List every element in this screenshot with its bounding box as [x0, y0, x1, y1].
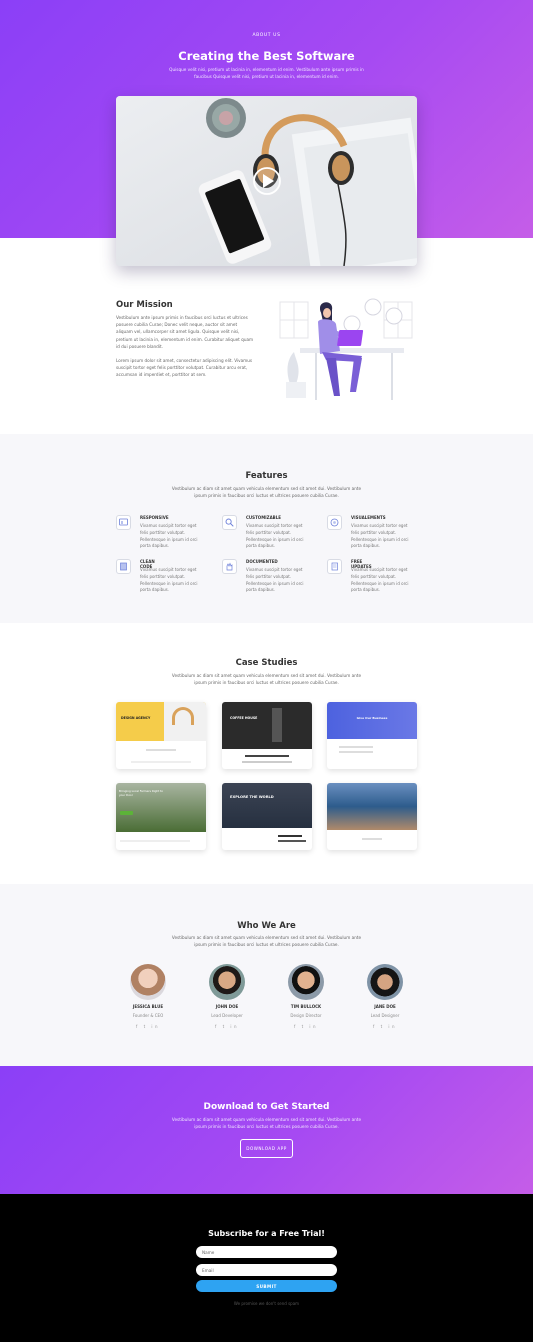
name-field[interactable]: Name: [196, 1246, 337, 1258]
card-headline: Give Our Business: [356, 716, 388, 720]
card-image: [327, 783, 417, 830]
feature-item: VISUALEMENTS Vivamus suscipit tortor ege…: [327, 515, 408, 548]
spam-note: We promise we don't send spam: [233, 1301, 300, 1306]
avatar: [288, 964, 324, 1000]
feature-item: DOCUMENTED Vivamus suscipit tortor eget …: [222, 559, 303, 592]
member-name: JANE DOE: [374, 1004, 396, 1009]
feature-title: VISUALEMENTS: [351, 515, 386, 520]
card-headline: DESIGN AGENCY: [121, 716, 151, 720]
page-title: Creating the Best Software: [178, 49, 355, 63]
card-headline: EXPLORE THE WORLD: [230, 795, 274, 799]
video-thumbnail[interactable]: [116, 96, 417, 266]
subscribe-section: Subscribe for a Free Trial! Name Email S…: [0, 1194, 533, 1342]
search-icon: [222, 515, 237, 530]
hand-icon: [222, 559, 237, 574]
social-icons[interactable]: f t in: [103, 1024, 193, 1029]
case-study-card[interactable]: COFFEE HOUSE: [222, 702, 312, 769]
card-headline: Bringing Local Farmers Right to your Doo…: [119, 789, 163, 797]
member-role: Design Director: [290, 1013, 322, 1018]
team-title: Who We Are: [237, 921, 296, 931]
card-image: COFFEE HOUSE: [222, 702, 312, 749]
subscribe-title: Subscribe for a Free Trial!: [208, 1229, 325, 1238]
mission-title: Our Mission: [116, 300, 173, 310]
member-name: JOHN DOE: [215, 1004, 239, 1009]
layers-icon: [327, 515, 342, 530]
mission-paragraph-2: Lorem ipsum dolor sit amet, consectetur …: [116, 358, 253, 378]
avatar: [367, 964, 403, 1000]
member-role: Lead Designer: [370, 1013, 400, 1018]
feature-text: Vivamus suscipit tortor eget felis portt…: [351, 523, 409, 549]
cta-title: Download to Get Started: [203, 1102, 330, 1112]
card-image: EXPLORE THE WORLD: [222, 783, 312, 828]
social-icons[interactable]: f t in: [261, 1024, 351, 1029]
submit-button[interactable]: SUBMIT: [196, 1280, 337, 1292]
team-member: JESSICA BLUE Founder & CEO f t in: [103, 964, 166, 1029]
document-icon: [327, 559, 342, 574]
member-name: JESSICA BLUE: [132, 1004, 164, 1009]
feature-title: RESPONSIVE: [140, 515, 169, 520]
case-studies-title: Case Studies: [235, 658, 298, 668]
book-icon: [116, 559, 131, 574]
case-study-card[interactable]: [327, 783, 417, 850]
cta-section: Download to Get Started Vestibulum ac di…: [0, 1066, 533, 1194]
avatar: [130, 964, 166, 1000]
member-name: TIM BULLOCK: [290, 1004, 322, 1009]
case-study-card[interactable]: EXPLORE THE WORLD: [222, 783, 312, 850]
hero-subtitle: Quisque velit nisi, pretium ut lacinia i…: [169, 67, 364, 79]
team-member: JANE DOE Lead Designer f t in: [340, 964, 403, 1029]
team-member: JOHN DOE Lead Developer f t in: [182, 964, 245, 1029]
download-app-button[interactable]: DOWNLOAD APP: [240, 1139, 293, 1158]
breadcrumb: ABOUT US: [252, 33, 281, 38]
social-icons[interactable]: f t in: [340, 1024, 430, 1029]
email-field[interactable]: Email: [196, 1264, 337, 1276]
card-image: DESIGN AGENCY: [116, 702, 206, 741]
feature-text: Vivamus suscipit tortor eget felis portt…: [351, 567, 409, 593]
team-member: TIM BULLOCK Design Director f t in: [261, 964, 324, 1029]
mission-paragraph-1: Vestibulum ante ipsum primis in faucibus…: [116, 315, 254, 349]
social-icons[interactable]: f t in: [182, 1024, 272, 1029]
feature-item: FREE UPDATES Vivamus suscipit tortor ege…: [327, 559, 408, 592]
features-intro: Vestibulum ac diam sit amet quam vehicul…: [171, 486, 362, 499]
member-role: Lead Developer: [211, 1013, 243, 1018]
cta-text: Vestibulum ac diam sit amet quam vehicul…: [171, 1117, 362, 1129]
feature-text: Vivamus suscipit tortor eget felis portt…: [246, 523, 304, 549]
responsive-icon: [116, 515, 131, 530]
feature-item: CUSTOMIZABLE Vivamus suscipit tortor ege…: [222, 515, 303, 548]
feature-item: CLEAN CODE Vivamus suscipit tortor eget …: [116, 559, 197, 592]
card-image: Give Our Business: [327, 702, 417, 739]
mission-illustration: [279, 298, 413, 400]
feature-text: Vivamus suscipit tortor eget felis portt…: [140, 567, 198, 593]
feature-item: RESPONSIVE Vivamus suscipit tortor eget …: [116, 515, 197, 548]
feature-text: Vivamus suscipit tortor eget felis portt…: [140, 523, 198, 549]
features-title: Features: [245, 471, 288, 481]
team-intro: Vestibulum ac diam sit amet quam vehicul…: [171, 935, 362, 948]
desk-photo: [116, 96, 417, 266]
card-headline: COFFEE HOUSE: [230, 716, 258, 720]
card-image: Bringing Local Farmers Right to your Doo…: [116, 783, 206, 832]
case-study-card[interactable]: DESIGN AGENCY: [116, 702, 206, 769]
case-study-card[interactable]: Bringing Local Farmers Right to your Doo…: [116, 783, 206, 850]
feature-title: CUSTOMIZABLE: [246, 515, 281, 520]
case-studies-intro: Vestibulum ac diam sit amet quam vehicul…: [171, 673, 362, 686]
member-role: Founder & CEO: [132, 1013, 164, 1018]
case-study-card[interactable]: Give Our Business: [327, 702, 417, 769]
feature-title: DOCUMENTED: [246, 559, 278, 564]
feature-text: Vivamus suscipit tortor eget felis portt…: [246, 567, 304, 593]
avatar: [209, 964, 245, 1000]
